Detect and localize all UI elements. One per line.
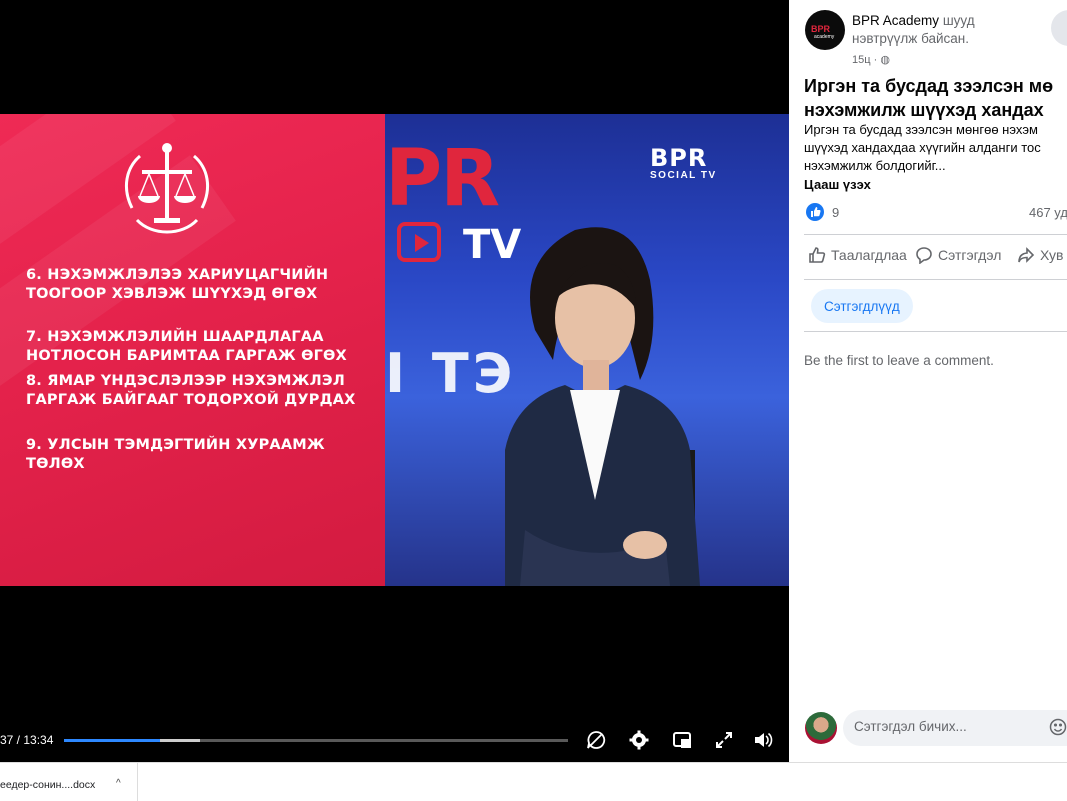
comment-bubble-icon: [916, 247, 932, 264]
emoji-icon[interactable]: [1049, 718, 1067, 736]
download-bar: еедер-сонин....docx ^: [0, 762, 1067, 801]
like-button-label: Таалагдлаа: [831, 247, 907, 263]
post-header: BPR Academy шууд нэвтрүүлж байсан.: [852, 12, 1032, 48]
page-avatar[interactable]: BPR academy: [805, 10, 845, 50]
share-button-label: Хув: [1040, 247, 1064, 263]
slide-point-8: 8. ЯМАР ҮНДЭСЛЭЛЭЭР НЭХЭМЖЛЭЛ ГАРГАЖ БАЙ…: [26, 373, 356, 408]
slide-point-9: 9. УЛСЫН ТЭМДЭГТИЙН ХУРААМЖ ТӨЛӨХ: [26, 437, 325, 472]
page-name-link[interactable]: BPR Academy: [852, 13, 939, 28]
download-filename: еедер-сонин....docx: [0, 779, 96, 791]
picture-in-picture-icon[interactable]: [670, 728, 694, 752]
video-player[interactable]: 6. НЭХЭМЖЛЭЛЭЭ ХАРИУЦАГЧИЙН ТООГООР ХЭВЛ…: [0, 0, 789, 762]
seek-bar[interactable]: [64, 739, 568, 742]
globe-icon: · ◍: [873, 54, 890, 66]
justice-scales-emblem-icon: [124, 143, 210, 234]
fullscreen-icon[interactable]: [712, 728, 736, 752]
tv-play-icon: [397, 222, 441, 262]
comments-tab[interactable]: Сэтгэгдлүүд: [811, 289, 913, 323]
post-title: Иргэн та бусдад зээлсэн мө нэхэмжилж шүү…: [804, 76, 1054, 120]
more-options-button[interactable]: [1051, 10, 1067, 46]
divider: [804, 234, 1067, 235]
studio-panel: PR TV І ТЭ BPR SOCIAL TV: [385, 114, 789, 586]
presenter-figure: [505, 227, 700, 586]
page-avatar-text: BPR: [811, 24, 831, 34]
slide-point-7: 7. НЭХЭМЖЛЭЛИЙН ШААРДЛАГАА НОТЛОСОН БАРИ…: [26, 329, 347, 364]
channel-logo-main: BPR: [650, 144, 708, 172]
channel-logo: BPR SOCIAL TV: [650, 144, 717, 181]
post-meta: 15ц · ◍: [852, 53, 890, 66]
settings-gear-icon[interactable]: [627, 728, 651, 752]
comment-button-label: Сэтгэгдэл: [938, 247, 1002, 263]
like-button[interactable]: Таалагдлаа: [808, 246, 907, 264]
like-reaction-icon[interactable]: [806, 203, 824, 221]
channel-logo-sub: SOCIAL TV: [650, 170, 717, 181]
share-button[interactable]: Хув: [1017, 246, 1063, 264]
page-avatar-sub: academy: [814, 34, 835, 40]
video-frame[interactable]: 6. НЭХЭМЖЛЭЛЭЭ ХАРИУЦАГЧИЙН ТООГООР ХЭВЛ…: [0, 114, 789, 586]
comment-input[interactable]: Сэтгэгдэл бичих...: [843, 710, 1067, 746]
share-arrow-icon: [1018, 247, 1035, 263]
view-count: 467 уд: [1029, 205, 1067, 220]
volume-icon[interactable]: [751, 728, 775, 752]
user-avatar[interactable]: [805, 712, 837, 744]
video-controls: 37 / 13:34: [0, 728, 789, 754]
post-text: Иргэн та бусдад зээлсэн мөнгөө нэхэм шүү…: [804, 122, 1041, 173]
like-count[interactable]: 9: [832, 205, 839, 220]
slide-panel: 6. НЭХЭМЖЛЭЛЭЭ ХАРИУЦАГЧИЙН ТООГООР ХЭВЛ…: [0, 114, 385, 586]
thumbs-up-icon: [809, 247, 826, 263]
captions-off-icon[interactable]: [584, 728, 608, 752]
divider: [804, 331, 1067, 332]
see-more-link[interactable]: Цааш үзэх: [804, 177, 871, 192]
chevron-up-icon[interactable]: ^: [116, 778, 121, 789]
comment-button[interactable]: Сэтгэгдэл: [915, 246, 1001, 264]
slide-point-6: 6. НЭХЭМЖЛЭЛЭЭ ХАРИУЦАГЧИЙН ТООГООР ХЭВЛ…: [26, 267, 329, 302]
download-item[interactable]: еедер-сонин....docx ^: [0, 763, 138, 801]
empty-comments-message: Be the first to leave a comment.: [804, 353, 994, 368]
post-time[interactable]: 15ц: [852, 54, 871, 66]
divider: [804, 279, 1067, 280]
playback-time: 37 / 13:34: [0, 733, 54, 747]
post-sidebar: BPR academy BPR Academy шууд нэвтрүүлж б…: [789, 0, 1067, 762]
seek-bar-played: [64, 739, 160, 742]
